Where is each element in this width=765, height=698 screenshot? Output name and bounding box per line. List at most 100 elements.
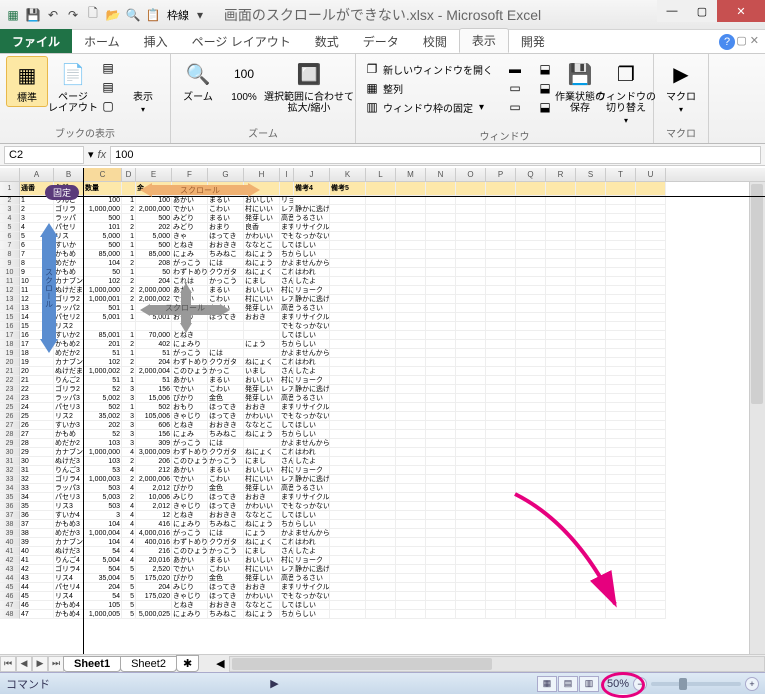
col-header-B[interactable]: B [54, 168, 84, 181]
sheet-tab-1[interactable]: Sheet1 [63, 656, 121, 672]
formula-input[interactable]: 100 [110, 146, 761, 164]
tab-view[interactable]: 表示 [459, 28, 509, 53]
col-header-Q[interactable]: Q [516, 168, 546, 181]
arrange-button[interactable]: ▦整列 [362, 79, 495, 97]
table-row: 2423ラッパ35,002315,006ぴかり金色発芽しい高音うるさい [0, 394, 765, 403]
page-break-view-icon[interactable]: ▥ [579, 676, 599, 692]
table-row: 2726すいか32023606とねきおおききななとこしでほしい [0, 421, 765, 430]
split-button[interactable]: ▬ [505, 60, 525, 78]
col-header-O[interactable]: O [456, 168, 486, 181]
custom-icon: ▤ [100, 79, 116, 95]
unhide-button[interactable]: ▭ [505, 98, 525, 116]
table-row: 4544パセリ42045204みじりほってきおおきまずいリサイクル [0, 583, 765, 592]
name-box[interactable]: C2 [4, 146, 84, 164]
table-row: 1312ゴリラ21,000,00122,000,002でかいこわい村にいいレア静… [0, 295, 765, 304]
sheet-last-button[interactable]: ⏭ [48, 656, 64, 672]
col-header-C[interactable]: C [84, 168, 122, 181]
tab-file[interactable]: ファイル [0, 29, 72, 53]
col-header-K[interactable]: K [330, 168, 366, 181]
close-button[interactable]: ✕ [717, 0, 765, 22]
side-by-side-button[interactable]: ⬓ [535, 60, 555, 78]
col-header-J[interactable]: J [294, 168, 330, 181]
save-workspace-button[interactable]: 💾作業状態の 保存 [559, 56, 601, 116]
col-header-S[interactable]: S [576, 168, 606, 181]
zoom-in-button[interactable]: + [745, 677, 759, 691]
preview-icon[interactable]: 🔍 [124, 6, 142, 24]
switch-windows-button[interactable]: ❐ウィンドウの 切り替え▾ [605, 56, 647, 127]
sheet-first-button[interactable]: ⏮ [0, 656, 16, 672]
page-layout-view-icon[interactable]: ▤ [558, 676, 578, 692]
sync-scroll-button[interactable]: ⬓ [535, 79, 555, 97]
preview-button[interactable]: ▤ [98, 59, 118, 77]
col-header-D[interactable]: D [122, 168, 136, 181]
paste-icon[interactable]: 📋 [144, 6, 162, 24]
col-header-I[interactable]: I [280, 168, 294, 181]
page-layout-button[interactable]: 📄ページ レイアウト [52, 56, 94, 116]
macros-button[interactable]: ▶マクロ▾ [660, 56, 702, 116]
zoom-out-button[interactable]: − [633, 677, 647, 691]
hide-button[interactable]: ▭ [505, 79, 525, 97]
zoom-button[interactable]: 🔍ズーム [177, 56, 219, 105]
col-header-R[interactable]: R [546, 168, 576, 181]
qat-dropdown-arrow-icon[interactable]: ▾ [191, 6, 209, 24]
normal-view-icon[interactable]: ▦ [537, 676, 557, 692]
fixed-indicator: 固定 [45, 185, 79, 200]
macro-record-icon[interactable]: ▶ [270, 677, 278, 690]
custom-view-button[interactable]: ▤ [98, 78, 118, 96]
freeze-panes-button[interactable]: ▥ウィンドウ枠の固定▾ [362, 98, 495, 116]
formula-bar: C2 ▾ fx 100 [0, 144, 765, 166]
sheet-tab-new[interactable]: ✱ [176, 655, 199, 672]
tab-review[interactable]: 校閲 [411, 30, 459, 53]
normal-view-button[interactable]: ▦標準 [6, 56, 48, 107]
reset-pos-button[interactable]: ⬓ [535, 98, 555, 116]
fx-icon[interactable]: fx [98, 149, 107, 161]
zoom-slider[interactable] [651, 682, 741, 686]
zoom100-icon: 100 [228, 58, 260, 90]
save-icon[interactable]: 💾 [24, 6, 42, 24]
col-header-U[interactable]: U [636, 168, 666, 181]
worksheet-grid[interactable]: ABCDEFGHIJKLMNOPQRSTU 1通番名前数量金備考4備考521りん… [0, 168, 765, 654]
sheet-tab-2[interactable]: Sheet2 [120, 656, 177, 672]
col-header-E[interactable]: E [136, 168, 172, 181]
table-row: 76すいか5001500とねきおおききななとこしでほしい [0, 241, 765, 250]
qat-dropdown[interactable]: 枠線 [167, 7, 189, 23]
undo-icon[interactable]: ↶ [44, 6, 62, 24]
zoom-selection-button[interactable]: 🔲選択範囲に合わせて 拡大/縮小 [269, 56, 349, 116]
tab-data[interactable]: データ [351, 30, 411, 53]
new-icon[interactable]: 🗋 [84, 6, 102, 24]
col-header-P[interactable]: P [486, 168, 516, 181]
fullscreen-button[interactable]: ▢ [98, 97, 118, 115]
sheet-prev-button[interactable]: ◀ [16, 656, 32, 672]
col-header-G[interactable]: G [208, 168, 244, 181]
sheet-next-button[interactable]: ▶ [32, 656, 48, 672]
zoom-100-button[interactable]: 100100% [223, 56, 265, 105]
col-header-M[interactable]: M [396, 168, 426, 181]
col-header-H[interactable]: H [244, 168, 280, 181]
minimize-button[interactable]: — [657, 0, 687, 22]
col-header-T[interactable]: T [606, 168, 636, 181]
col-header-F[interactable]: F [172, 168, 208, 181]
maximize-button[interactable]: ▢ [687, 0, 717, 22]
vertical-scrollbar[interactable] [749, 182, 765, 654]
select-all-corner[interactable] [0, 168, 20, 181]
help-icon[interactable]: ? [719, 34, 735, 50]
namebox-dropdown-icon[interactable]: ▾ [88, 148, 94, 161]
zoom-percent[interactable]: 50% [607, 678, 629, 690]
col-header-N[interactable]: N [426, 168, 456, 181]
table-row: 109かもめ50150わずトめりクウガタねにょくこれはわれ [0, 268, 765, 277]
col-header-L[interactable]: L [366, 168, 396, 181]
horizontal-scrollbar[interactable]: ◀ ▶ [229, 656, 765, 672]
tab-developer[interactable]: 開発 [509, 30, 557, 53]
tab-home[interactable]: ホーム [72, 30, 132, 53]
col-header-A[interactable]: A [20, 168, 54, 181]
scroll-left-icon[interactable]: ◀ [216, 657, 224, 670]
redo-icon[interactable]: ↷ [64, 6, 82, 24]
new-window-button[interactable]: ❐新しいウィンドウを開く [362, 60, 495, 78]
open-icon[interactable]: 📂 [104, 6, 122, 24]
tab-pagelayout[interactable]: ページ レイアウト [180, 30, 303, 53]
collapse-ribbon-icon[interactable]: ▢ ✕ [736, 34, 759, 47]
tab-insert[interactable]: 挿入 [132, 30, 180, 53]
tab-formulas[interactable]: 数式 [303, 30, 351, 53]
show-button[interactable]: 表示▾ [122, 56, 164, 116]
table-row: 2928めだか21033309がっこうにはかよってませんから [0, 439, 765, 448]
